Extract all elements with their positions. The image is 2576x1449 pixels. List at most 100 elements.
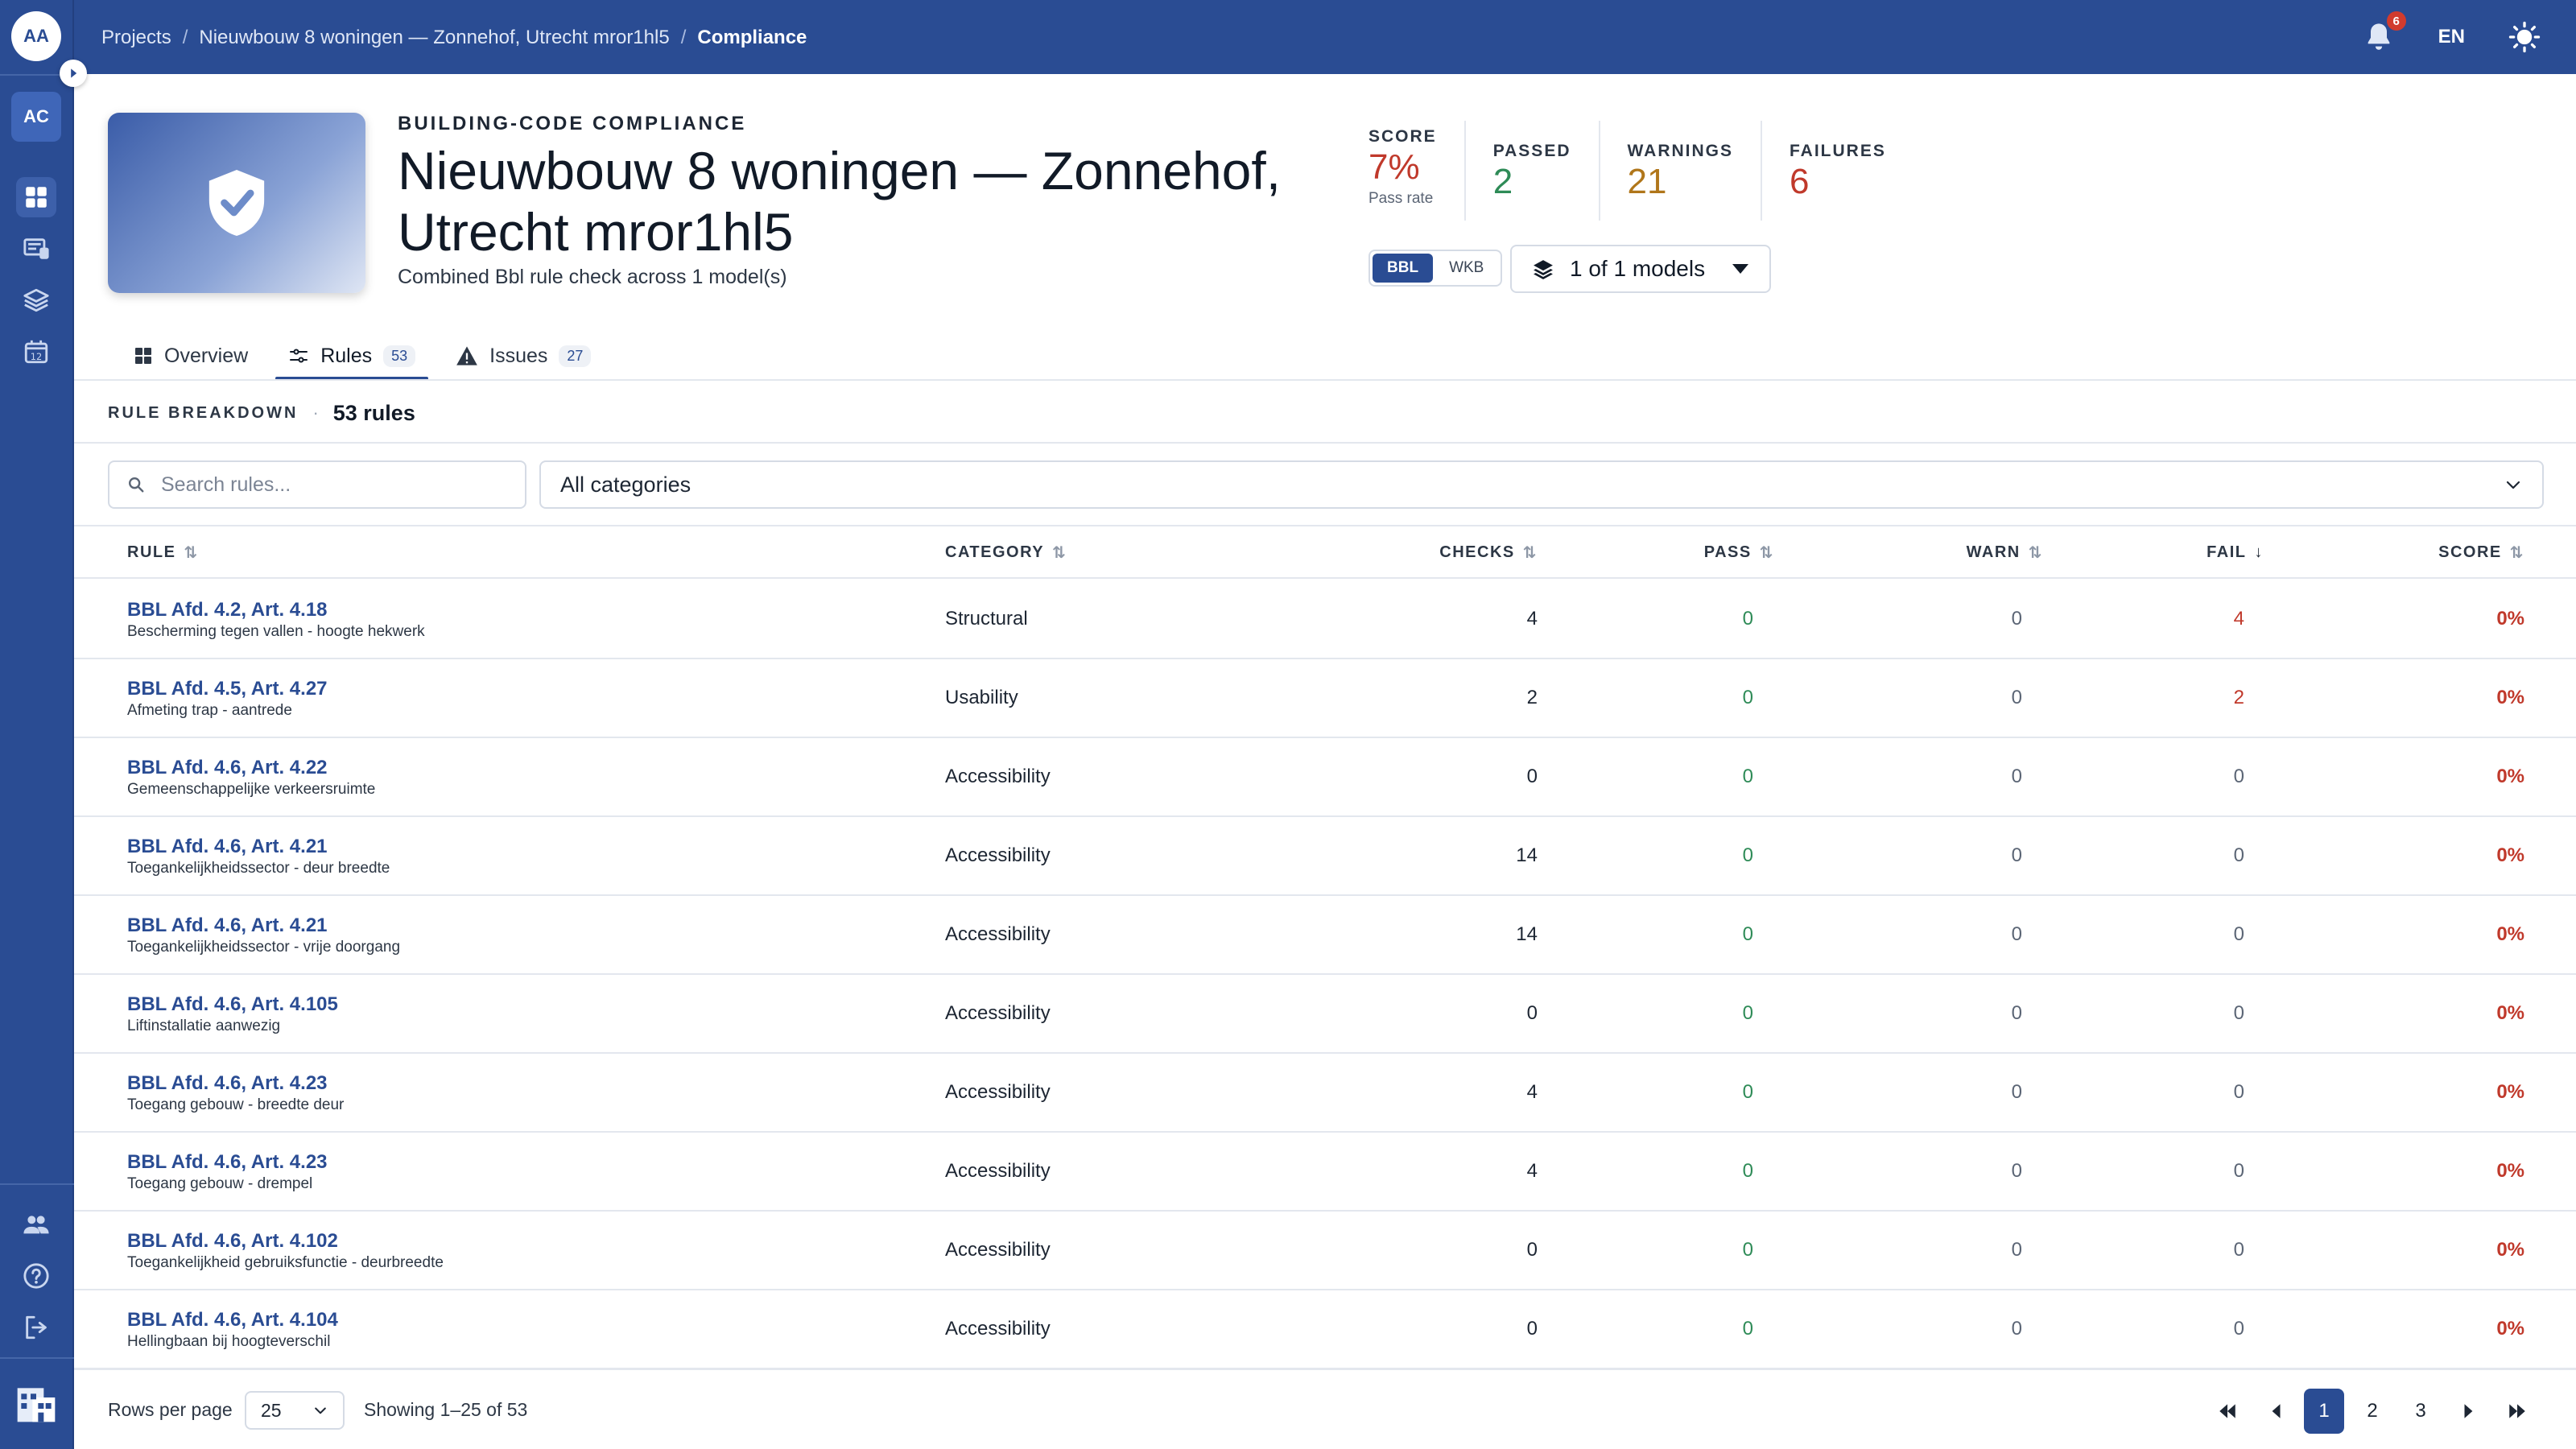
sidebar-item-dashboard[interactable] xyxy=(16,177,56,217)
page-button-2[interactable]: 2 xyxy=(2352,1389,2392,1434)
standard-bbl-button[interactable]: BBL xyxy=(1373,254,1434,283)
rule-description: Toegankelijkheidssector - deur breedte xyxy=(127,860,390,877)
rule-code-link[interactable]: BBL Afd. 4.6, Art. 4.104 xyxy=(127,1308,338,1332)
column-header-rule[interactable]: RULE ⇅ xyxy=(127,543,199,563)
table-row[interactable]: BBL Afd. 4.6, Art. 4.21 Toegankelijkheid… xyxy=(74,817,2576,896)
score-cell: 0% xyxy=(2496,1002,2524,1024)
tab-rules[interactable]: Rules 53 xyxy=(275,332,429,380)
section-divider xyxy=(74,442,2576,444)
rule-count: 53 rules xyxy=(332,400,415,425)
rows-per-page-label: Rows per page xyxy=(108,1399,233,1420)
rule-code-link[interactable]: BBL Afd. 4.2, Art. 4.18 xyxy=(127,598,425,622)
rule-code-link[interactable]: BBL Afd. 4.6, Art. 4.21 xyxy=(127,835,390,859)
stat-value: 21 xyxy=(1627,162,1667,201)
building-logo-icon xyxy=(17,1388,56,1422)
breadcrumb-project[interactable]: Nieuwbouw 8 woningen — Zonnehof, Utrecht… xyxy=(199,27,669,49)
sort-icon: ⇅ xyxy=(2509,543,2524,562)
sort-icon: ⇅ xyxy=(2028,543,2043,562)
rule-code-link[interactable]: BBL Afd. 4.6, Art. 4.21 xyxy=(127,914,400,938)
rule-cell: BBL Afd. 4.6, Art. 4.21 Toegankelijkheid… xyxy=(127,835,390,878)
rule-code-link[interactable]: BBL Afd. 4.5, Art. 4.27 xyxy=(127,677,328,701)
column-header-score[interactable]: SCORE ⇅ xyxy=(2438,543,2524,563)
page-button-1[interactable]: 1 xyxy=(2304,1389,2344,1434)
column-label: FAIL xyxy=(2207,543,2247,561)
standard-wkb-button[interactable]: WKB xyxy=(1435,254,1498,283)
column-header-pass[interactable]: PASS ⇅ xyxy=(1704,543,1774,563)
models-dropdown[interactable]: 1 of 1 models xyxy=(1510,245,1771,293)
rule-code-link[interactable]: BBL Afd. 4.6, Art. 4.105 xyxy=(127,993,338,1017)
table-row[interactable]: BBL Afd. 4.6, Art. 4.22 Gemeenschappelij… xyxy=(74,738,2576,817)
checks-cell: 0 xyxy=(1526,1002,1538,1024)
breadcrumb-projects[interactable]: Projects xyxy=(101,27,171,49)
app-logo[interactable] xyxy=(10,1377,63,1430)
project-thumbnail xyxy=(108,113,365,293)
score-cell: 0% xyxy=(2496,608,2524,630)
rule-code-link[interactable]: BBL Afd. 4.6, Art. 4.102 xyxy=(127,1229,444,1253)
sidebar-item-help[interactable] xyxy=(16,1256,56,1296)
projects-icon xyxy=(23,238,49,259)
rule-code-link[interactable]: BBL Afd. 4.6, Art. 4.23 xyxy=(127,1071,344,1096)
table-row[interactable]: BBL Afd. 4.6, Art. 4.104 Hellingbaan bij… xyxy=(74,1290,2576,1369)
pass-cell: 0 xyxy=(1742,844,1753,866)
sidebar-expand-button[interactable] xyxy=(60,60,87,87)
chevron-right-icon xyxy=(2464,1404,2473,1418)
pass-cell: 0 xyxy=(1742,1002,1753,1024)
prev-page-button[interactable] xyxy=(2256,1389,2296,1434)
rule-description: Hellingbaan bij hoogteverschil xyxy=(127,1333,331,1350)
warn-cell: 0 xyxy=(2011,1160,2022,1182)
table-row[interactable]: BBL Afd. 4.6, Art. 4.102 Toegankelijkhei… xyxy=(74,1212,2576,1290)
table-row[interactable]: BBL Afd. 4.6, Art. 4.23 Toegang gebouw -… xyxy=(74,1054,2576,1133)
pass-cell: 0 xyxy=(1742,1239,1753,1261)
column-header-checks[interactable]: CHECKS ⇅ xyxy=(1439,543,1538,563)
page-button-3[interactable]: 3 xyxy=(2401,1389,2441,1434)
sidebar-item-calendar[interactable]: 12 xyxy=(16,332,56,372)
notifications-button[interactable]: 6 xyxy=(2363,11,2406,53)
pass-cell: 0 xyxy=(1742,766,1753,787)
sort-icon: ⇅ xyxy=(184,543,199,562)
user-avatar[interactable]: AA xyxy=(11,11,61,61)
first-page-button[interactable] xyxy=(2207,1389,2248,1434)
org-badge[interactable]: AC xyxy=(11,92,61,142)
notification-count-badge: 6 xyxy=(2386,11,2406,31)
column-header-category[interactable]: CATEGORY ⇅ xyxy=(945,543,1067,563)
sliders-icon xyxy=(290,349,308,363)
sidebar-item-layers[interactable] xyxy=(16,280,56,320)
table-row[interactable]: BBL Afd. 4.5, Art. 4.27 Afmeting trap - … xyxy=(74,659,2576,738)
checks-cell: 4 xyxy=(1526,1081,1538,1103)
sidebar-rail: AA AC 12 xyxy=(0,0,74,1449)
rows-per-page-select[interactable]: 25 xyxy=(245,1391,345,1430)
theme-toggle-button[interactable] xyxy=(2508,21,2541,53)
fail-cell: 0 xyxy=(2233,1239,2244,1261)
pass-cell: 0 xyxy=(1742,1081,1753,1103)
next-page-button[interactable] xyxy=(2449,1389,2489,1434)
checks-cell: 4 xyxy=(1526,1160,1538,1182)
logout-icon xyxy=(26,1315,47,1340)
sort-icon: ⇅ xyxy=(1052,543,1067,562)
table-row[interactable]: BBL Afd. 4.2, Art. 4.18 Bescherming tege… xyxy=(74,580,2576,659)
stat-value: 7% xyxy=(1368,147,1420,187)
sidebar-item-team[interactable] xyxy=(16,1204,56,1245)
rule-code-link[interactable]: BBL Afd. 4.6, Art. 4.22 xyxy=(127,756,375,780)
stat-passed: PASSED 2 xyxy=(1463,121,1599,221)
tab-overview[interactable]: Overview xyxy=(121,332,261,380)
stat-label: FAILURES xyxy=(1790,142,1886,160)
breadcrumb-separator: / xyxy=(182,27,188,48)
pagination-summary: Showing 1–25 of 53 xyxy=(364,1399,528,1420)
table-row[interactable]: BBL Afd. 4.6, Art. 4.23 Toegang gebouw -… xyxy=(74,1133,2576,1212)
table-row[interactable]: BBL Afd. 4.6, Art. 4.21 Toegankelijkheid… xyxy=(74,896,2576,975)
language-switcher[interactable]: EN xyxy=(2438,26,2465,48)
fail-cell: 0 xyxy=(2233,1081,2244,1103)
fail-cell: 0 xyxy=(2233,766,2244,787)
column-header-warn[interactable]: WARN ⇅ xyxy=(1967,543,2043,563)
rule-code-link[interactable]: BBL Afd. 4.6, Art. 4.23 xyxy=(127,1150,328,1174)
tab-issues[interactable]: Issues 27 xyxy=(443,332,604,380)
column-header-fail[interactable]: FAIL ↓ xyxy=(2207,543,2264,562)
search-input[interactable] xyxy=(161,473,499,497)
sidebar-item-projects[interactable] xyxy=(16,229,56,269)
table-row[interactable]: BBL Afd. 4.6, Art. 4.105 Liftinstallatie… xyxy=(74,975,2576,1054)
category-select[interactable]: All categories xyxy=(539,460,2544,509)
last-page-button[interactable] xyxy=(2497,1389,2537,1434)
sidebar-item-logout[interactable] xyxy=(16,1307,56,1348)
rules-table-body: BBL Afd. 4.2, Art. 4.18 Bescherming tege… xyxy=(74,580,2576,1369)
warn-cell: 0 xyxy=(2011,687,2022,708)
